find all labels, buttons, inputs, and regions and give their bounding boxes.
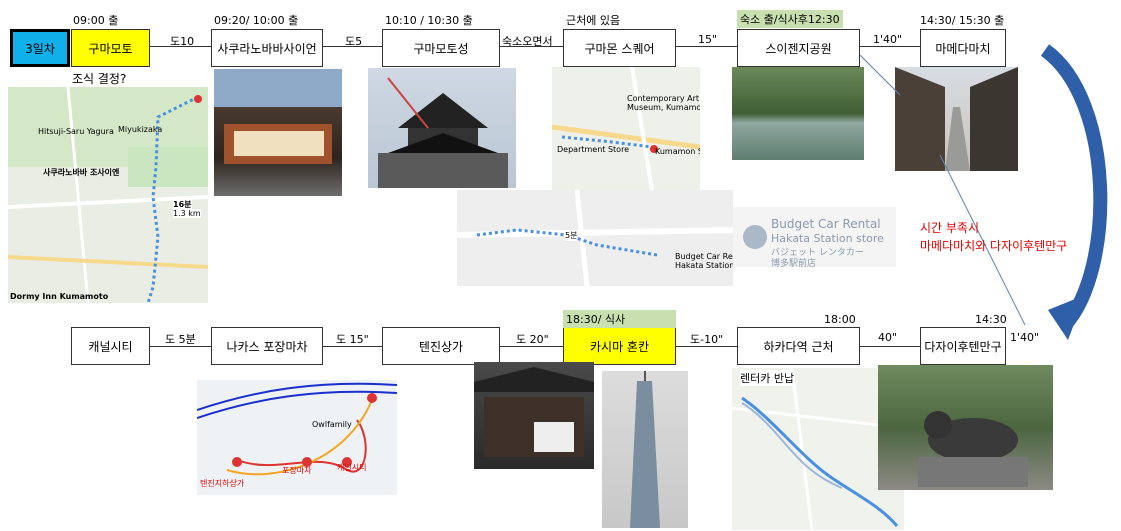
time-hakata: 18:00: [824, 313, 856, 326]
map-nakasu: Owlfamily 포장마차 캐널시티 텐진지하상가: [197, 380, 397, 495]
photo-fukuoka-tower: [602, 371, 688, 528]
map4-label-canal: 캐널시티: [337, 463, 367, 472]
node-kumamoto[interactable]: 구마모토: [71, 29, 150, 67]
edge-1: 도10: [170, 35, 195, 48]
map4-label-yatai: 포장마차: [282, 466, 312, 475]
photo-kumamoto-castle: [368, 68, 516, 188]
photo-kashima-honkan: [474, 362, 594, 469]
map-hakata: Budget Car Rental Hakata Station store 5…: [457, 190, 733, 286]
map5-title: 렌터카 반납: [740, 370, 795, 386]
node-kashima-honkan[interactable]: 카시마 혼칸: [563, 327, 676, 365]
time-castle: 10:10 / 10:30 출: [385, 14, 473, 27]
map1-label-yagura: Hitsuji-Saru Yagura: [38, 127, 114, 136]
edge-5: 1'40": [873, 33, 903, 46]
edge-r2-4: 도-10": [690, 333, 724, 346]
node-sakuranobaba[interactable]: 사쿠라노바바사이언: [211, 29, 323, 67]
node-kumamoto-castle[interactable]: 구마모토성: [382, 29, 500, 67]
photo-suizenji: [732, 67, 864, 160]
map3-label-time: 5분: [565, 230, 578, 241]
breakfast-note: 조식 결정?: [72, 72, 127, 86]
node-kumamon-square[interactable]: 구마몬 스퀘어: [563, 29, 676, 67]
day-badge: 3일차: [10, 29, 70, 67]
skip-connector: [860, 55, 1026, 326]
map3-label-hakata: Hakata Station store: [675, 261, 733, 270]
map-kumamon: Contemporary Art Museum, Kumamoto Depart…: [552, 67, 700, 190]
time-dazaifu: 14:30: [975, 313, 1007, 326]
row1-connector-2: [860, 46, 920, 47]
edge-r2-3: 도 20": [516, 333, 549, 346]
map1-label-dormy: Dormy Inn Kumamoto: [10, 292, 109, 301]
map1-label-distance: 1.3 km: [173, 209, 201, 218]
node-nakasu[interactable]: 나카스 포장마차: [211, 327, 323, 365]
edge-r2-6: 1'40": [1010, 331, 1040, 344]
time-kumamoto: 09:00 출: [73, 14, 119, 27]
note-line1: 시간 부족시: [920, 221, 980, 235]
time-kumamon: 근처에 있음: [566, 14, 621, 27]
time-mamedamachi: 14:30/ 15:30 출: [920, 14, 1005, 27]
map4-label-tenjin: 텐진지하상가: [200, 479, 245, 488]
node-suizenji[interactable]: 스이젠지공원: [737, 29, 860, 67]
map-sakuranobaba: Hitsuji-Saru Yagura Miyukizaka 사쿠라노바바 조사…: [8, 87, 208, 303]
map2-label-museum: Contemporary Art: [627, 94, 700, 103]
node-tenjin[interactable]: 텐진상가: [382, 327, 500, 365]
edge-4: 15": [698, 33, 718, 46]
map1-label-miyukizaka: Miyukizaka: [118, 125, 163, 134]
edge-3: 숙소오면서: [502, 35, 553, 48]
photo-dazaifu: [878, 365, 1053, 490]
map1-label-josaien: 사쿠라노바바 조사이엔: [43, 168, 120, 177]
edge-2: 도5: [345, 35, 363, 48]
edge-r2-5: 40": [878, 331, 898, 344]
map4-label-owlfamily: Owlfamily: [312, 420, 352, 429]
node-hakata-station[interactable]: 하카다역 근처: [737, 327, 860, 365]
photo-sakuranobaba: [214, 69, 342, 196]
node-dazaifu[interactable]: 다자이후텐만구: [920, 327, 1006, 365]
map2-label-kumamon: Kumamon Sq: [655, 147, 700, 156]
map2-label-museum2: Museum, Kumamoto: [627, 103, 700, 112]
curved-arrow-icon: [1040, 44, 1108, 340]
time-kashima: 18:30/ 식사: [563, 310, 676, 328]
edge-r2-2: 도 15": [336, 333, 369, 346]
note-line2: 마메다마치와 다자이후텐만구: [920, 239, 1068, 253]
map2-label-dept: Department Store: [557, 145, 630, 154]
map3-label-budget: Budget Car Rental: [675, 252, 733, 261]
time-suizenji: 숙소 출/식사후12:30: [737, 10, 843, 28]
edge-r2-1: 도 5분: [165, 333, 196, 346]
map3-zoom-jp2: 博多駅前店: [771, 259, 817, 267]
node-canal-city[interactable]: 캐널시티: [71, 327, 150, 365]
time-sakuranobaba: 09:20/ 10:00 출: [214, 14, 299, 27]
